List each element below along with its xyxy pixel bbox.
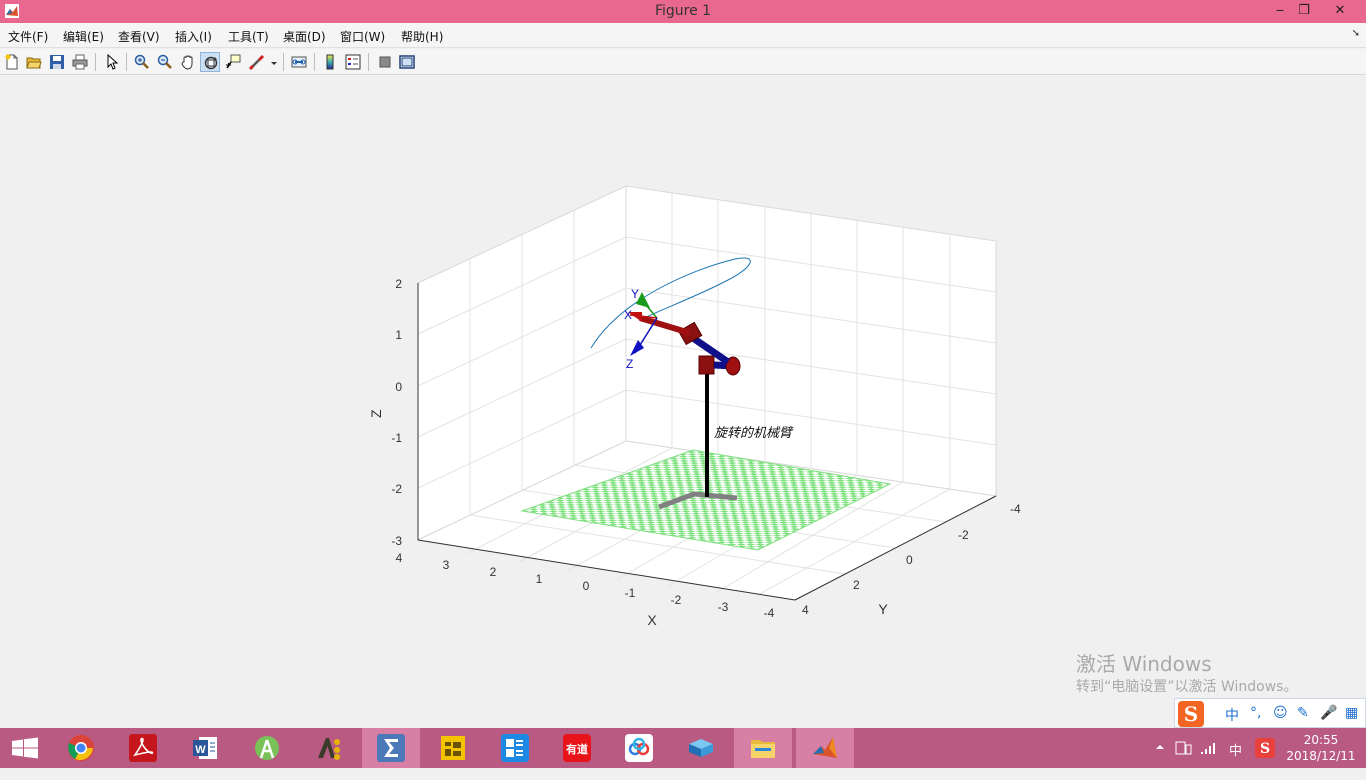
dock-arrow-icon[interactable]: ➘ [1352,28,1360,39]
z-axis-label: Z [368,409,384,418]
maximize-button[interactable]: ❐ [1290,0,1318,23]
x-tick: 0 [583,579,590,593]
menu-insert[interactable]: 插入(I) [175,28,212,45]
sogou-tray-icon[interactable]: S [1255,738,1275,778]
taskbar: W 有道 中 S 20:55 2018/12/11 [0,728,1366,768]
x-tick: 1 [536,572,543,586]
zoom-in-icon[interactable] [132,52,152,72]
frame-x-label: X [624,308,632,322]
menu-view[interactable]: 查看(V) [118,28,160,45]
brush-icon[interactable] [247,52,267,72]
x-tick: 4 [396,551,403,565]
android-studio-icon[interactable] [238,728,296,768]
z-tick: -3 [391,534,402,548]
sketchup-icon[interactable] [672,728,730,768]
frame-z-label: Z [626,357,633,371]
svg-text:有道: 有道 [566,742,588,756]
tray-language[interactable]: 中 [1229,740,1242,780]
y-tick: 2 [853,578,860,592]
file-explorer-icon[interactable] [734,728,792,768]
windows-start-icon[interactable] [0,728,50,768]
x-axis-label: X [647,612,657,628]
y-tick: 4 [802,603,809,617]
clock-date: 2018/12/11 [1286,749,1356,763]
hide-plot-tools-icon[interactable] [375,52,395,72]
window-title: Figure 1 [654,3,712,19]
figure-toolbar [0,49,1366,75]
z-tick: 1 [395,328,402,342]
sigma-app-icon[interactable] [362,728,420,768]
print-icon[interactable] [70,52,90,72]
figure-canvas[interactable]: Y X Z 旋转的机械臂 2 1 0 -1 -2 -3 Z 4 3 2 1 0 … [0,75,1366,728]
ime-punctuation[interactable]: °, [1250,705,1261,721]
menu-bar: 文件(F) 编辑(E) 查看(V) 插入(I) 工具(T) 桌面(D) 窗口(W… [0,23,1366,48]
ae-app-icon[interactable] [300,728,358,768]
ime-voice-icon[interactable]: 🎤 [1320,705,1337,721]
z-tick: -2 [391,482,402,496]
colorbar-icon[interactable] [320,52,340,72]
x-tick: -2 [671,593,682,607]
svg-text:W: W [195,744,206,756]
brush-dropdown-icon[interactable] [268,52,278,72]
close-button[interactable]: ✕ [1316,0,1364,23]
window-title-bar[interactable]: Figure 1 ‒ ❐ ✕ [0,0,1366,23]
taskbar-clock[interactable]: 20:55 2018/12/11 [1280,732,1362,764]
svg-text:S: S [1260,741,1270,757]
select-arrow-icon[interactable] [102,52,122,72]
menu-file[interactable]: 文件(F) [8,28,48,45]
y-tick: -4 [1010,502,1021,516]
z-tick: 2 [395,277,402,291]
legend-icon[interactable] [343,52,363,72]
new-figure-icon[interactable] [2,52,22,72]
x-tick: -4 [764,606,775,620]
matlab-icon[interactable] [796,728,854,768]
frame-y-label: Y [631,287,639,301]
acrobat-icon[interactable] [114,728,172,768]
z-tick: 0 [395,380,402,394]
zoom-out-icon[interactable] [155,52,175,72]
ime-toolbar[interactable]: S 中 °, ☺ ✎ 🎤 ▦ [1174,698,1366,728]
link-plot-icon[interactable] [289,52,309,72]
save-icon[interactable] [47,52,67,72]
rotate-3d-icon[interactable] [200,52,220,72]
chrome-icon[interactable] [52,728,110,768]
menu-edit[interactable]: 编辑(E) [63,28,104,45]
activation-watermark-title: 激活 Windows [1076,652,1212,676]
tiles-app-icon[interactable] [486,728,544,768]
x-tick: 3 [443,558,450,572]
menu-help[interactable]: 帮助(H) [401,28,443,45]
menu-window[interactable]: 窗口(W) [340,28,385,45]
clock-time: 20:55 [1303,733,1339,747]
tablet-mode-icon[interactable] [1175,740,1193,780]
sogou-logo-icon[interactable]: S [1178,701,1204,727]
plot-annotation: 旋转的机械臂 [714,426,794,441]
vm-app-icon[interactable] [424,728,482,768]
show-plot-tools-icon[interactable] [397,52,417,72]
x-tick: 2 [490,565,497,579]
data-cursor-icon[interactable] [223,52,243,72]
robot-arm-3d-plot[interactable]: Y X Z 旋转的机械臂 2 1 0 -1 -2 -3 Z 4 3 2 1 0 … [0,75,1366,728]
y-tick: 0 [906,553,913,567]
ime-handwrite-icon[interactable]: ✎ [1297,705,1309,721]
tray-overflow-icon[interactable] [1154,740,1166,780]
y-tick: -2 [958,528,969,542]
ime-toolbox-icon[interactable]: ▦ [1345,705,1358,721]
x-tick: -1 [625,586,636,600]
pan-hand-icon[interactable] [178,52,198,72]
baidu-cloud-icon[interactable] [610,728,668,768]
y-axis-label: Y [878,601,888,617]
x-tick: -3 [718,600,729,614]
activation-watermark-subtitle: 转到“电脑设置”以激活 Windows。 [1076,679,1298,695]
network-signal-icon[interactable] [1200,740,1218,780]
menu-desktop[interactable]: 桌面(D) [283,28,326,45]
youdao-icon[interactable]: 有道 [548,728,606,768]
ime-chinese-mode[interactable]: 中 [1225,705,1239,725]
menu-tools[interactable]: 工具(T) [228,28,269,45]
word-icon[interactable]: W [176,728,234,768]
open-file-icon[interactable] [24,52,44,72]
ime-emoji-icon[interactable]: ☺ [1273,705,1288,721]
z-tick: -1 [391,431,402,445]
